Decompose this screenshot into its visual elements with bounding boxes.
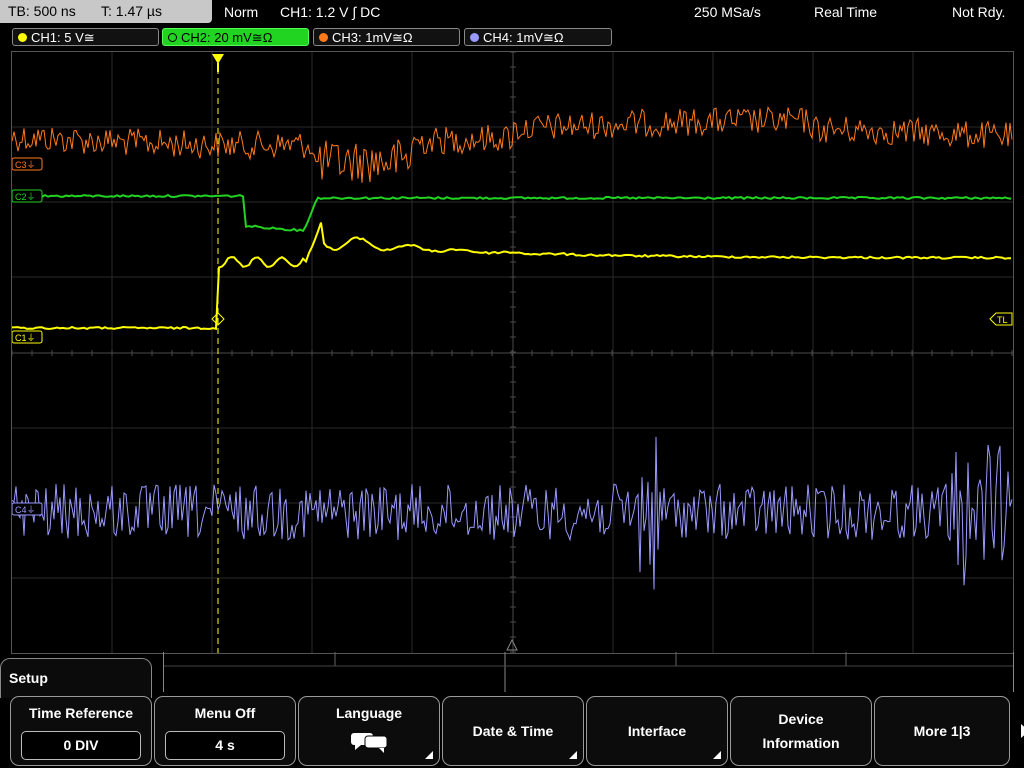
ch1-color-dot (18, 33, 27, 42)
trigger-level-label: TL (997, 315, 1008, 325)
waveform-display[interactable]: C3⏚ C2⏚ C1⏚ C4⏚ TL (11, 51, 1014, 654)
ch2-waveform (12, 193, 1012, 233)
timebase-readout: TB: 500 ns (8, 3, 76, 19)
ch3-label: CH3: 1mV≅Ω (332, 30, 413, 45)
menu-off-label: Menu Off (194, 705, 256, 721)
tab-ch1[interactable]: CH1: 5 V≅ (12, 28, 159, 46)
device-information-softkey[interactable]: Device Information (730, 696, 872, 766)
ch1-label: CH1: 5 V≅ (31, 30, 95, 45)
trigger-time-readout: T: 1.47 µs (101, 3, 162, 19)
language-softkey[interactable]: Language (298, 696, 440, 766)
timebase-box[interactable]: TB: 500 ns T: 1.47 µs (0, 0, 212, 23)
acquisition-mode[interactable]: Real Time (814, 0, 877, 24)
ch4-label: CH4: 1mV≅Ω (483, 30, 564, 45)
waveform-canvas: C3⏚ C2⏚ C1⏚ C4⏚ TL (12, 52, 1013, 653)
time-reference-label: Time Reference (28, 705, 133, 721)
time-reference-marker (506, 638, 518, 651)
trigger-setting[interactable]: CH1: 1.2 V ∫ DC (280, 0, 380, 24)
menu-off-softkey[interactable]: Menu Off 4 s (154, 696, 296, 766)
ch4-ground-label: C4⏚ (15, 505, 36, 515)
acquisition-state: Not Rdy. (952, 4, 1006, 20)
menu-title: Setup (0, 658, 152, 698)
device-info-line1: Device (778, 711, 824, 727)
sample-rate: 250 MSa/s (694, 4, 761, 20)
ch2-ground-marker[interactable]: C2⏚ (12, 189, 43, 203)
ch4-color-dot (470, 33, 479, 42)
submenu-indicator-icon (713, 751, 721, 759)
ch2-label: CH2: 20 mV≅Ω (181, 30, 273, 45)
ch1-ground-label: C1⏚ (15, 333, 36, 343)
tab-ch3[interactable]: CH3: 1mV≅Ω (313, 28, 460, 46)
device-info-line2: Information (762, 735, 840, 751)
submenu-indicator-icon (425, 751, 433, 759)
ch1-ground-marker[interactable]: C1⏚ (12, 330, 43, 344)
menu-off-value[interactable]: 4 s (165, 731, 285, 760)
trigger-marker-stem (217, 63, 219, 72)
ch4-ground-marker[interactable]: C4⏚ (12, 502, 43, 516)
info-strip (163, 652, 1014, 693)
ch4-waveform (12, 436, 1013, 590)
more-softkey[interactable]: More 1|3 (874, 696, 1024, 766)
status-bar: TB: 500 ns T: 1.47 µs Norm CH1: 1.2 V ∫ … (0, 0, 1024, 24)
date-time-softkey[interactable]: Date & Time (442, 696, 584, 766)
language-label: Language (335, 705, 403, 721)
ch3-ground-label: C3⏚ (15, 160, 36, 170)
ch3-waveform (12, 105, 1013, 183)
trigger-mode[interactable]: Norm (224, 0, 258, 24)
ch1-waveform (12, 222, 1012, 331)
channel-bar: CH1: 5 V≅ CH2: 20 mV≅Ω CH3: 1mV≅Ω CH4: 1… (0, 26, 1024, 48)
trigger-level-marker[interactable]: TL (989, 312, 1013, 326)
trigger-position-marker[interactable] (212, 54, 224, 64)
tab-ch4[interactable]: CH4: 1mV≅Ω (464, 28, 612, 46)
ch2-ground-label: C2⏚ (15, 192, 36, 202)
date-time-label: Date & Time (472, 723, 554, 739)
info-strip-grid (164, 652, 1013, 692)
more-label: More 1|3 (913, 723, 971, 739)
ch3-ground-marker[interactable]: C3⏚ (12, 157, 43, 171)
time-reference-value[interactable]: 0 DIV (21, 731, 141, 760)
interface-softkey[interactable]: Interface (586, 696, 728, 766)
language-icon (351, 733, 387, 753)
interface-label: Interface (627, 723, 687, 739)
time-reference-softkey[interactable]: Time Reference 0 DIV (10, 696, 152, 766)
ch2-color-dot (168, 33, 177, 42)
tab-ch2[interactable]: CH2: 20 mV≅Ω (162, 28, 309, 46)
submenu-indicator-icon (569, 751, 577, 759)
ch3-color-dot (319, 33, 328, 42)
